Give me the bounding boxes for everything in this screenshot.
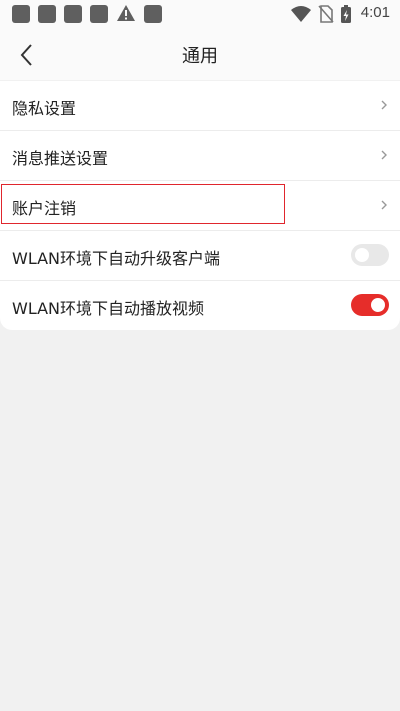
chevron-right-icon	[381, 200, 387, 210]
wifi-icon	[291, 6, 311, 22]
app-header: 通用	[0, 30, 400, 80]
notification-icon	[144, 5, 162, 23]
settings-list: 隐私设置 消息推送设置 账户注销 WLAN环境下自动升级客户端 WLAN环境下自…	[0, 81, 400, 330]
warning-icon	[117, 5, 135, 21]
row-label: WLAN环境下自动升级客户端	[12, 249, 221, 268]
row-label: 消息推送设置	[12, 149, 109, 168]
toggle-knob	[371, 298, 385, 312]
row-label: WLAN环境下自动播放视频	[12, 299, 205, 318]
chevron-right-icon	[381, 150, 387, 160]
status-time: 4:01	[360, 4, 390, 21]
row-label: 账户注销	[12, 199, 77, 218]
no-sim-icon	[318, 5, 334, 23]
chevron-right-icon	[381, 100, 387, 110]
account-deletion-row[interactable]: 账户注销	[0, 181, 400, 231]
notification-icon	[38, 5, 56, 23]
status-bar: 4:01	[0, 0, 400, 30]
push-notification-settings-row[interactable]: 消息推送设置	[0, 131, 400, 181]
auto-update-wlan-row: WLAN环境下自动升级客户端	[0, 231, 400, 281]
battery-charging-icon	[341, 5, 351, 23]
notification-icon	[12, 5, 30, 23]
notification-icon	[64, 5, 82, 23]
auto-play-video-wlan-row: WLAN环境下自动播放视频	[0, 281, 400, 330]
page-title: 通用	[182, 46, 218, 67]
auto-update-toggle[interactable]	[351, 244, 389, 266]
auto-play-video-toggle[interactable]	[351, 294, 389, 316]
notification-icon	[90, 5, 108, 23]
toggle-knob	[355, 248, 369, 262]
privacy-settings-row[interactable]: 隐私设置	[0, 81, 400, 131]
row-label: 隐私设置	[12, 99, 77, 118]
